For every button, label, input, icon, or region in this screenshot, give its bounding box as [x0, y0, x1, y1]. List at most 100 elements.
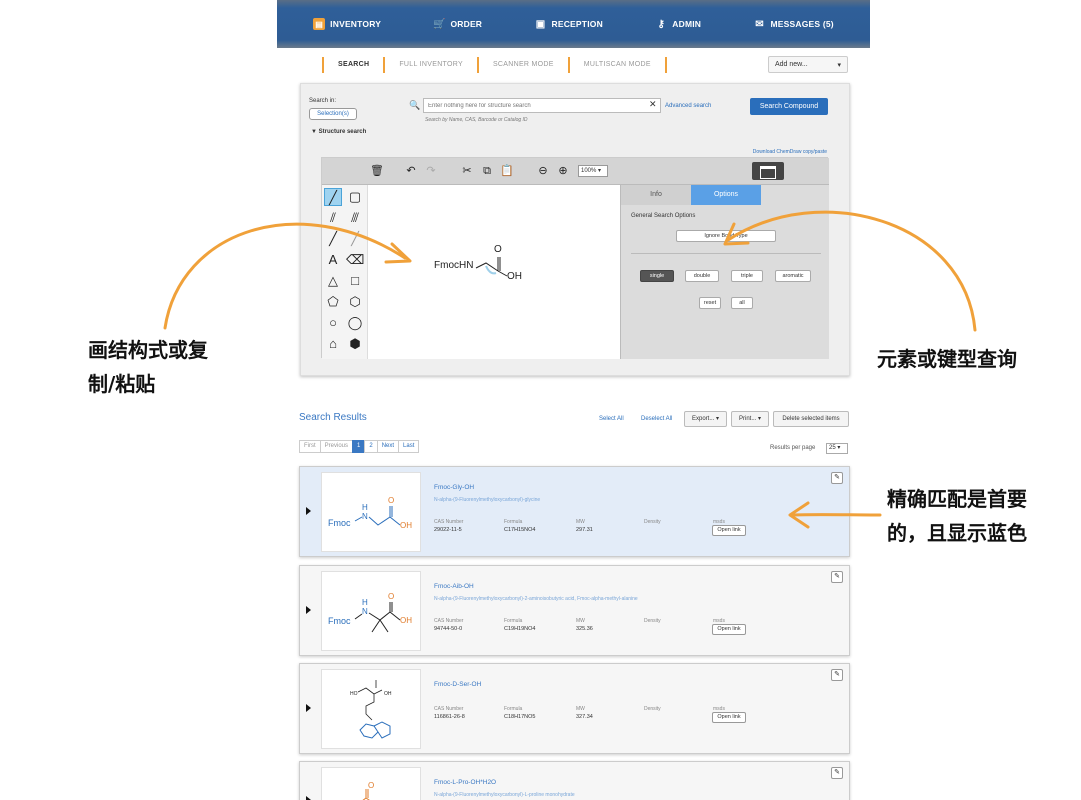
fmoc-gly-structure: Fmoc H N O OH: [328, 496, 412, 530]
hexagon-ring-icon[interactable]: ⬡: [346, 293, 364, 311]
ignore-bond-type-button[interactable]: Ignore Bond Type: [676, 230, 776, 242]
compound-name[interactable]: Fmoc-D-Ser-OH: [434, 681, 481, 688]
thumb-oh-label: OH: [400, 616, 412, 625]
zoom-select[interactable]: 100% ▾: [578, 165, 608, 177]
tab-options[interactable]: Options: [691, 185, 761, 205]
page-next[interactable]: Next: [376, 440, 400, 453]
result-card[interactable]: HO OH Fmoc-D-Ser-OH CAS Number Formula M…: [299, 663, 850, 754]
advanced-search-link[interactable]: Advanced search: [665, 103, 711, 109]
tab-multiscan-mode[interactable]: MULTISCAN MODE: [567, 57, 667, 73]
tab-search[interactable]: SEARCH: [322, 57, 383, 73]
edit-icon[interactable]: ✎: [831, 571, 843, 583]
nav-admin[interactable]: ⚷ ADMIN: [655, 18, 701, 30]
selection-button[interactable]: Selection(s): [309, 108, 357, 120]
wedge-bond-icon[interactable]: ╱: [324, 230, 342, 248]
reset-button[interactable]: reset: [699, 297, 721, 309]
rectangle-select-icon[interactable]: ▢: [346, 188, 364, 206]
double-bond-tool-icon[interactable]: ⫽: [324, 209, 342, 227]
options-divider: [631, 253, 821, 254]
bond-double-button[interactable]: double: [685, 270, 719, 282]
add-new-dropdown[interactable]: Add new... ▾: [768, 56, 848, 73]
search-hint: Search by Name, CAS, Barcode or Catalog …: [425, 117, 528, 123]
text-tool-icon[interactable]: A: [324, 251, 342, 269]
compound-name[interactable]: Fmoc-Aib-OH: [434, 583, 474, 590]
result-card[interactable]: O HO Fmoc-L-Pro-OH*H2O N-alpha-(9-Fluore…: [299, 761, 850, 800]
copy-icon[interactable]: ⧉: [480, 164, 494, 178]
page-2[interactable]: 2: [364, 440, 378, 453]
open-link-button[interactable]: Open link: [712, 624, 746, 635]
annotation-match-line1: 精确匹配是首要: [887, 487, 1027, 511]
tab-full-inventory[interactable]: FULL INVENTORY: [383, 57, 477, 73]
compound-name[interactable]: Fmoc-Gly-OH: [434, 484, 474, 491]
tab-info[interactable]: Info: [621, 185, 691, 205]
fmoc-pro-structure: O HO: [362, 781, 374, 800]
envelope-icon: ✉: [755, 18, 764, 30]
page-1[interactable]: 1: [352, 440, 366, 453]
result-card[interactable]: Fmoc H N O OH Fmoc-Gly-OH N-alpha-(9-Flu…: [299, 466, 850, 557]
compound-name[interactable]: Fmoc-L-Pro-OH*H2O: [434, 779, 496, 786]
expand-arrow-icon[interactable]: [306, 507, 311, 515]
octagon-ring-icon[interactable]: ◯: [346, 314, 364, 332]
expand-arrow-icon[interactable]: [306, 796, 311, 800]
nav-reception[interactable]: ▣ RECEPTION: [535, 18, 603, 30]
close-icon[interactable]: ✕: [649, 99, 657, 110]
nav-order[interactable]: 🛒 ORDER: [433, 18, 482, 30]
compound-description: N-alpha-(9-Fluorenylmethyloxycarbonyl)-2…: [434, 596, 638, 602]
edit-icon[interactable]: ✎: [831, 767, 843, 779]
pentagon-ring-icon[interactable]: ⬠: [324, 293, 342, 311]
page-last[interactable]: Last: [398, 440, 420, 453]
zoom-in-icon[interactable]: ⊕: [556, 164, 570, 178]
thumb-fmoc-label: Fmoc: [328, 518, 351, 528]
nav-messages[interactable]: ✉ MESSAGES (5): [753, 18, 833, 30]
download-chemdraw-link[interactable]: Download ChemDraw copy/paste: [753, 149, 827, 155]
bond-aromatic-button[interactable]: aromatic: [775, 270, 811, 282]
options-panel: Info Options General Search Options Igno…: [620, 185, 829, 359]
structure-search-toggle[interactable]: ▼ Structure search: [311, 129, 366, 135]
all-button[interactable]: all: [731, 297, 753, 309]
formula-label: Formula: [504, 706, 523, 712]
delete-selected-button[interactable]: Delete selected items: [773, 411, 849, 427]
circle-ring-icon[interactable]: ○: [324, 314, 342, 332]
search-panel: Search in: Selection(s) ▼ Structure sear…: [300, 83, 850, 376]
drawing-canvas[interactable]: FmocHN OH O: [368, 185, 620, 359]
expand-arrow-icon[interactable]: [306, 606, 311, 614]
tab-scanner-mode[interactable]: SCANNER MODE: [476, 57, 568, 73]
redo-icon[interactable]: ↷: [424, 164, 438, 178]
window-icon[interactable]: [752, 162, 784, 180]
search-compound-button[interactable]: Search Compound: [750, 98, 828, 115]
export-button[interactable]: Export... ▾: [684, 411, 727, 427]
undo-icon[interactable]: ↶: [404, 164, 418, 178]
thumb-o-label: O: [388, 592, 394, 601]
edit-icon[interactable]: ✎: [831, 669, 843, 681]
structure-search-label: Structure search: [318, 129, 367, 135]
zoom-out-icon[interactable]: ⊖: [536, 164, 550, 178]
open-link-button[interactable]: Open link: [712, 712, 746, 723]
triple-bond-tool-icon[interactable]: ⫻: [346, 209, 364, 227]
cut-icon[interactable]: ✂: [460, 164, 474, 178]
page-first[interactable]: First: [299, 440, 321, 453]
results-per-page-select[interactable]: 25 ▾: [826, 443, 848, 454]
trash-icon[interactable]: 🗑: [370, 164, 384, 178]
eraser-icon[interactable]: ⌫: [346, 251, 364, 269]
paste-icon[interactable]: 📋: [500, 164, 514, 178]
bond-single-button[interactable]: single: [640, 270, 674, 282]
deselect-all-link[interactable]: Deselect All: [641, 416, 672, 422]
formula-value: C19H19NO4: [504, 626, 536, 632]
edit-icon[interactable]: ✎: [831, 472, 843, 484]
result-card[interactable]: Fmoc H N O OH Fmoc-Aib-OH N-alpha-(9-Flu…: [299, 565, 850, 656]
single-bond-tool-icon[interactable]: ╱: [324, 188, 342, 206]
select-all-link[interactable]: Select All: [599, 416, 624, 422]
expand-arrow-icon[interactable]: [306, 704, 311, 712]
search-input[interactable]: [423, 98, 661, 113]
triangle-ring-icon[interactable]: △: [324, 272, 342, 290]
page-previous[interactable]: Previous: [319, 440, 354, 453]
nav-inventory-label: INVENTORY: [330, 19, 382, 29]
open-link-button[interactable]: Open link: [712, 525, 746, 536]
hash-bond-icon[interactable]: ╱: [346, 230, 364, 248]
print-button[interactable]: Print... ▾: [731, 411, 769, 427]
cube-icon[interactable]: ⬢: [346, 335, 364, 353]
nav-inventory[interactable]: ▤ INVENTORY: [313, 18, 381, 30]
square-ring-icon[interactable]: □: [346, 272, 364, 290]
bond-triple-button[interactable]: triple: [731, 270, 763, 282]
house-shape-icon[interactable]: ⌂: [324, 335, 342, 353]
